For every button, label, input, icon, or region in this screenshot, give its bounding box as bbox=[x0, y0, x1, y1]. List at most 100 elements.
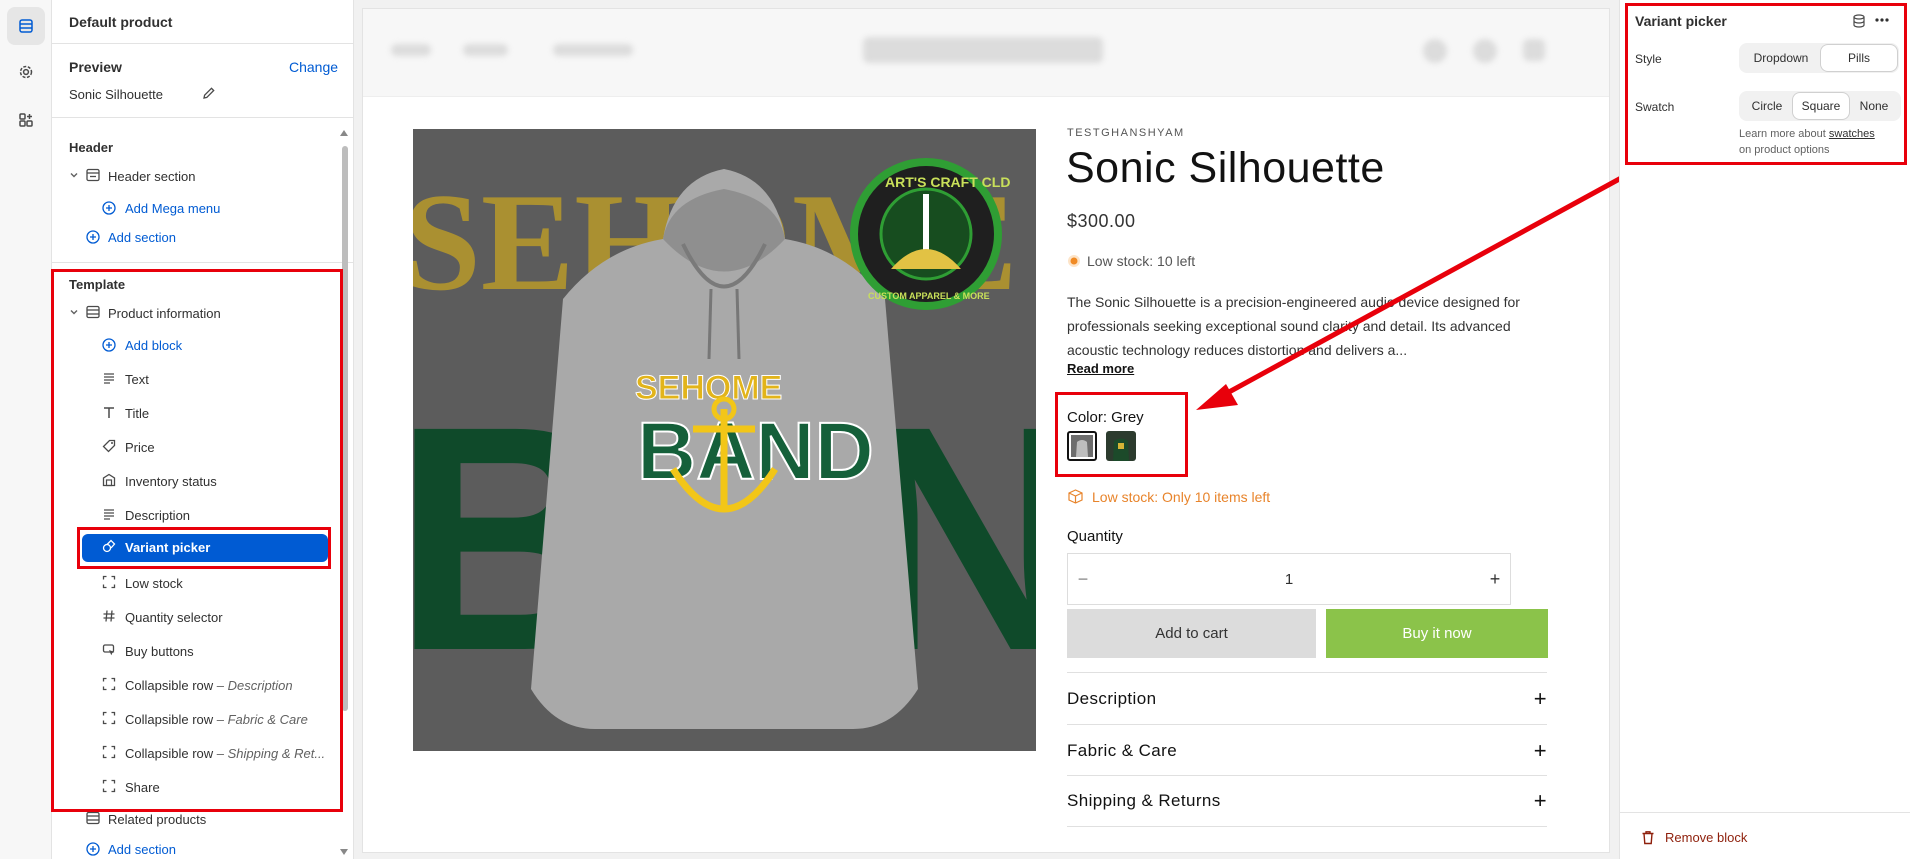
add-section-button[interactable]: Add section bbox=[52, 834, 337, 859]
add-to-cart-button[interactable]: Add to cart bbox=[1067, 609, 1316, 658]
block-icon bbox=[102, 711, 116, 725]
sidebar-item-label: Related products bbox=[108, 812, 207, 827]
plus-icon: + bbox=[1533, 685, 1547, 711]
sidebar-block-inventory-status[interactable]: Inventory status bbox=[52, 466, 337, 496]
preview-label: Preview bbox=[69, 59, 122, 75]
chevron-down-icon[interactable] bbox=[69, 307, 79, 317]
style-label: Style bbox=[1635, 52, 1662, 66]
sidebar-block-share[interactable]: Share bbox=[52, 772, 337, 802]
divider bbox=[52, 262, 353, 263]
quantity-input[interactable]: 1 bbox=[1098, 571, 1480, 588]
block-label: Price bbox=[125, 440, 155, 455]
swatches-help-link[interactable]: swatches bbox=[1829, 128, 1875, 140]
change-preview-link[interactable]: Change bbox=[289, 59, 338, 75]
style-option-pills[interactable]: Pills bbox=[1821, 45, 1897, 71]
swatch-option-square[interactable]: Square bbox=[1793, 93, 1849, 119]
remove-block-button[interactable]: Remove block bbox=[1641, 830, 1747, 845]
sidebar-block-buy-buttons[interactable]: Buy buttons bbox=[52, 636, 337, 666]
block-label: Inventory status bbox=[125, 474, 217, 489]
quantity-stepper: − 1 + bbox=[1067, 553, 1511, 605]
block-icon bbox=[102, 779, 116, 793]
sidebar-block-quantity-selector[interactable]: Quantity selector bbox=[52, 602, 337, 632]
swatch-option-none[interactable]: None bbox=[1849, 93, 1899, 119]
block-settings-panel: Variant picker Style Dropdown Pills Swat… bbox=[1619, 0, 1910, 859]
product-image[interactable]: SEHOME BAND SEHOME BAND ART'S CRAFT CLD … bbox=[413, 129, 1036, 751]
template-name: Default product bbox=[69, 14, 173, 30]
block-icon bbox=[102, 575, 116, 589]
swatch-option-circle[interactable]: Circle bbox=[1741, 93, 1793, 119]
sidebar-scrollbar[interactable] bbox=[342, 146, 348, 711]
add-block-button[interactable]: Add block bbox=[52, 330, 337, 360]
block-label: Buy buttons bbox=[125, 644, 194, 659]
accordion-shipping-returns[interactable]: Shipping & Returns + bbox=[1067, 775, 1547, 827]
add-mega-menu-button[interactable]: Add Mega menu bbox=[52, 193, 337, 223]
buy-now-button[interactable]: Buy it now bbox=[1326, 609, 1548, 658]
remove-block-label: Remove block bbox=[1665, 830, 1748, 845]
apps-icon[interactable] bbox=[7, 101, 45, 139]
price-tag-icon bbox=[102, 439, 116, 453]
quantity-increase-button[interactable]: + bbox=[1480, 569, 1510, 590]
edit-pencil-icon[interactable] bbox=[202, 86, 216, 100]
scroll-up-arrow-icon[interactable] bbox=[340, 130, 348, 136]
add-section-label: Add section bbox=[108, 230, 176, 245]
divider bbox=[52, 117, 353, 118]
sidebar-block-title[interactable]: Title bbox=[52, 398, 337, 428]
accordion-fabric-care[interactable]: Fabric & Care + bbox=[1067, 724, 1547, 776]
swatch-help-text: Learn more about swatches on product opt… bbox=[1739, 126, 1899, 158]
database-icon[interactable] bbox=[1852, 14, 1866, 28]
stock-dot-icon bbox=[1067, 254, 1081, 268]
product-description: The Sonic Silhouette is a precision-engi… bbox=[1067, 294, 1520, 358]
block-icon bbox=[102, 677, 116, 691]
accordion-description[interactable]: Description + bbox=[1067, 672, 1547, 724]
quantity-decrease-button[interactable]: − bbox=[1068, 569, 1098, 590]
scroll-down-arrow-icon[interactable] bbox=[340, 849, 348, 855]
accordion-title: Fabric & Care bbox=[1067, 740, 1178, 760]
variant-color-label: Color: Grey bbox=[1067, 409, 1144, 426]
section-icon bbox=[86, 168, 100, 182]
sidebar-block-collapsible-description[interactable]: Collapsible row – Description bbox=[52, 670, 337, 700]
help-text-pre: Learn more about bbox=[1739, 128, 1829, 140]
sidebar-block-variant-picker[interactable]: Variant picker bbox=[52, 532, 337, 562]
sidebar-item-product-information[interactable]: Product information bbox=[52, 298, 337, 328]
storefront-preview: SEHOME BAND SEHOME BAND ART'S CRAFT CLD … bbox=[362, 8, 1610, 853]
product-vendor[interactable]: TESTGHANSHYAM bbox=[1067, 127, 1185, 139]
add-block-label: Add block bbox=[125, 338, 183, 353]
block-label: Collapsible row – Shipping & Ret... bbox=[125, 746, 326, 761]
plus-circle-icon bbox=[86, 842, 100, 856]
hoodie-band-text: BAND bbox=[637, 406, 874, 497]
chevron-down-icon[interactable] bbox=[69, 170, 79, 180]
read-more-link[interactable]: Read more bbox=[1067, 361, 1134, 376]
sidebar-item-header-section[interactable]: Header section bbox=[52, 161, 337, 191]
style-segmented-control: Dropdown Pills bbox=[1739, 43, 1899, 73]
trash-icon bbox=[1641, 830, 1655, 845]
settings-gear-icon[interactable] bbox=[7, 53, 45, 91]
sidebar-block-description[interactable]: Description bbox=[52, 500, 337, 530]
sidebar-block-text[interactable]: Text bbox=[52, 364, 337, 394]
plus-circle-icon bbox=[102, 338, 116, 352]
cursor-click-icon bbox=[102, 643, 116, 657]
help-text-post: on product options bbox=[1739, 144, 1830, 156]
sidebar-block-collapsible-fabric[interactable]: Collapsible row – Fabric & Care bbox=[52, 704, 337, 734]
sidebar-block-collapsible-shipping[interactable]: Collapsible row – Shipping & Ret... bbox=[52, 738, 337, 768]
add-section-button[interactable]: Add section bbox=[52, 222, 337, 252]
style-option-dropdown[interactable]: Dropdown bbox=[1741, 45, 1821, 71]
block-label: Low stock bbox=[125, 576, 183, 591]
swatch-green[interactable] bbox=[1106, 431, 1136, 461]
sections-icon[interactable] bbox=[7, 7, 45, 45]
template-group-label: Template bbox=[69, 277, 126, 292]
inventory-status-text: Low stock: 10 left bbox=[1087, 253, 1196, 269]
block-icon bbox=[102, 745, 116, 759]
text-icon bbox=[102, 371, 116, 385]
sidebar-item-related-products[interactable]: Related products bbox=[52, 804, 337, 834]
sidebar-block-price[interactable]: Price bbox=[52, 432, 337, 462]
sidebar-block-low-stock[interactable]: Low stock bbox=[52, 568, 337, 598]
swatch-label: Swatch bbox=[1635, 100, 1675, 114]
app-rail bbox=[0, 0, 52, 859]
swatch-grey[interactable] bbox=[1067, 431, 1097, 461]
section-icon bbox=[86, 305, 100, 319]
block-label: Variant picker bbox=[125, 540, 211, 555]
panel-title: Variant picker bbox=[1635, 13, 1727, 29]
plus-circle-icon bbox=[86, 230, 100, 244]
more-options-icon[interactable] bbox=[1874, 13, 1890, 27]
block-label: Title bbox=[125, 406, 150, 421]
